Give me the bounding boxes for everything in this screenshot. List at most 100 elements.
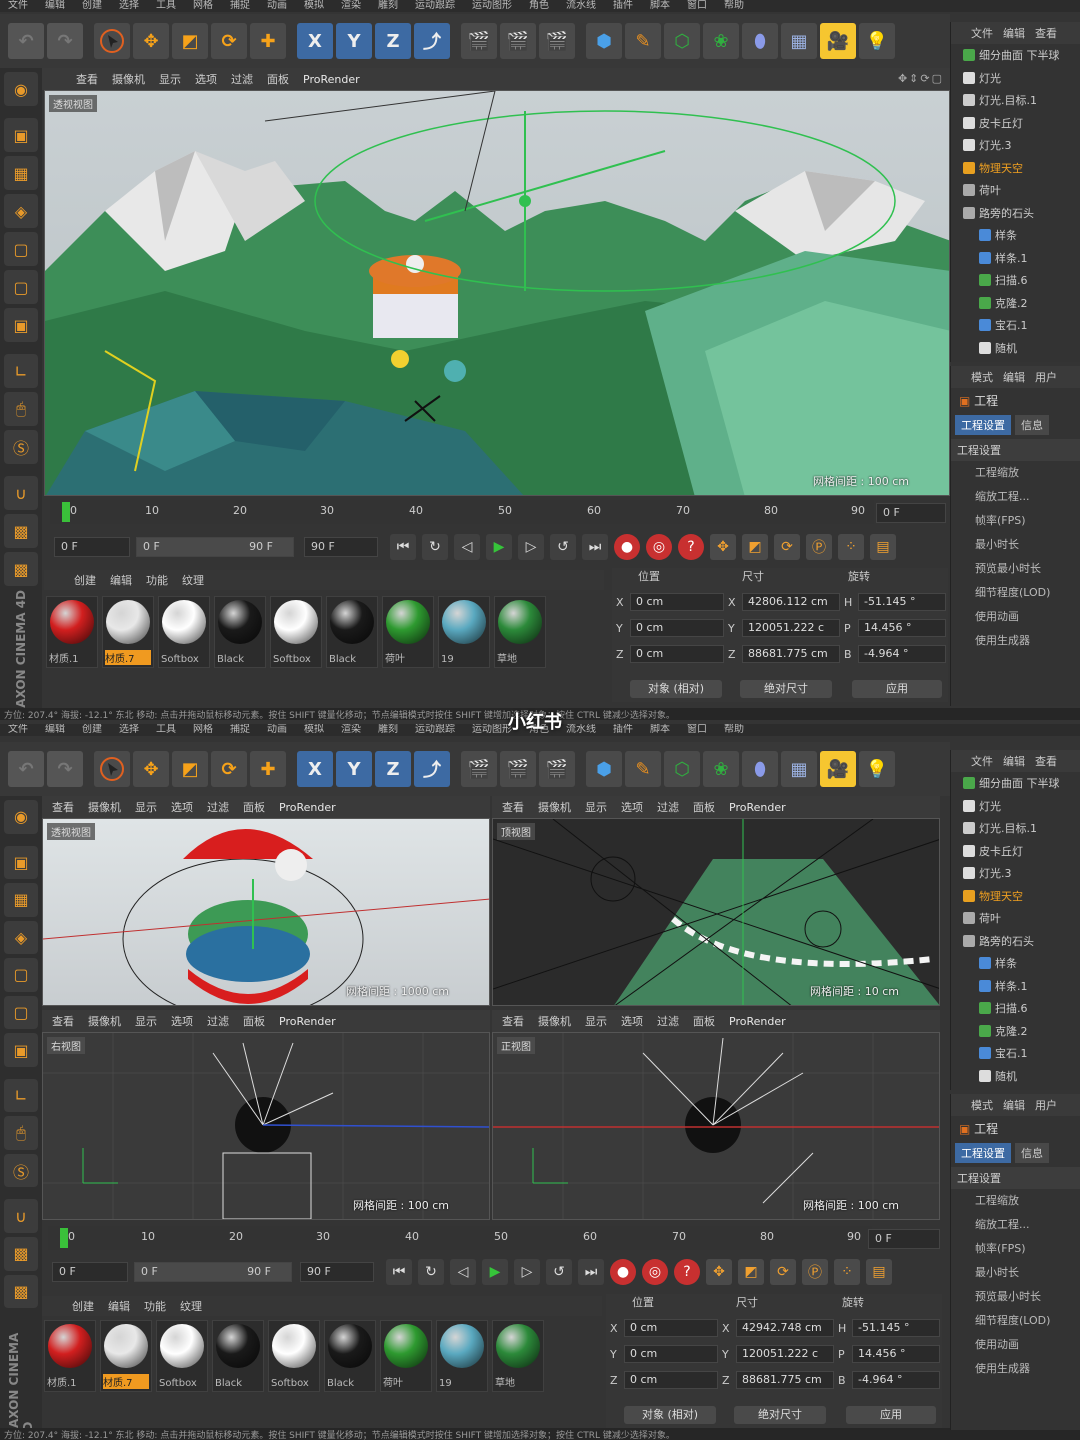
rotation-field[interactable]: -51.145 ° — [852, 1319, 940, 1337]
redo-icon[interactable]: ↷ — [47, 23, 83, 59]
attribute-row[interactable]: 细节程度(LOD) — [951, 1309, 1080, 1333]
apply-button[interactable]: 应用 — [846, 1406, 936, 1424]
key-scale-icon[interactable]: ◩ — [742, 534, 768, 560]
playhead[interactable] — [60, 1228, 68, 1248]
perspective-viewport[interactable]: 透视视图 网格间距 : 1000 cm — [42, 818, 490, 1006]
add-tool-icon[interactable]: ✚ — [250, 23, 286, 59]
material-swatch[interactable]: Softbox — [268, 1320, 320, 1392]
menu-item[interactable]: 文件 — [8, 724, 28, 736]
menu-view[interactable]: 查看 — [502, 799, 524, 815]
object-list-item[interactable]: 皮卡丘灯 — [957, 840, 1080, 863]
menu-options[interactable]: 选项 — [621, 1013, 643, 1029]
attribute-row[interactable]: 使用生成器 — [951, 629, 1080, 653]
deformer-icon[interactable]: ⬮ — [742, 751, 778, 787]
menu-panel[interactable]: 面板 — [243, 1013, 265, 1029]
om-menu-edit[interactable]: 编辑 — [1003, 753, 1025, 769]
object-list-item[interactable]: 随机 — [957, 337, 1080, 360]
timeline-ruler[interactable]: 0 10 20 30 40 50 60 70 80 90 — [50, 500, 874, 524]
menu-filter[interactable]: 过滤 — [231, 71, 253, 87]
material-swatch[interactable]: 19 — [438, 596, 490, 668]
auto-key-icon[interactable]: ◎ — [646, 534, 672, 560]
menu-item[interactable]: 捕捉 — [230, 724, 250, 736]
object-list-item[interactable]: 扫描.6 — [957, 997, 1080, 1020]
next-key-icon[interactable]: ↺ — [550, 534, 576, 560]
menu-item[interactable]: 捕捉 — [230, 0, 250, 12]
material-swatch[interactable]: 荷叶 — [380, 1320, 432, 1392]
next-frame-icon[interactable]: ▷ — [514, 1259, 540, 1285]
material-swatch[interactable]: 荷叶 — [382, 596, 434, 668]
object-list-item[interactable]: 样条.1 — [957, 247, 1080, 270]
mat-menu-edit[interactable]: 编辑 — [110, 572, 132, 588]
menu-item[interactable]: 流水线 — [566, 0, 596, 12]
menu-panel[interactable]: 面板 — [693, 1013, 715, 1029]
mat-menu-create[interactable]: 创建 — [72, 1298, 94, 1314]
menu-item[interactable]: 渲染 — [341, 0, 361, 12]
tweak-mode-icon[interactable]: 🖱 — [4, 1116, 38, 1150]
record-icon[interactable]: ● — [610, 1259, 636, 1285]
render-picture-viewer-icon[interactable]: 🎬 — [500, 23, 536, 59]
prev-key-icon[interactable]: ↻ — [418, 1259, 444, 1285]
magnet-icon[interactable]: ∪ — [4, 476, 38, 510]
coord-size-dropdown[interactable]: 绝对尺寸 — [734, 1406, 826, 1424]
keyframe-selection-icon[interactable]: ? — [678, 534, 704, 560]
tab-info[interactable]: 信息 — [1015, 1143, 1049, 1163]
workplane-icon[interactable]: ◈ — [4, 920, 38, 955]
attribute-row[interactable]: 预览最小时长 — [951, 557, 1080, 581]
menu-prorender[interactable]: ProRender — [303, 73, 360, 86]
cube-icon[interactable]: ⬢ — [586, 751, 622, 787]
viewport-nav-icons[interactable]: ✥⇕⟳▢ — [898, 72, 944, 85]
range-slider[interactable]: 0 F 90 F — [134, 1262, 292, 1282]
coordinate-system-icon[interactable]: ⤴ — [414, 751, 450, 787]
workplane-icon[interactable]: ◈ — [4, 194, 38, 228]
select-tool-icon[interactable] — [94, 23, 130, 59]
menu-prorender[interactable]: ProRender — [729, 801, 786, 814]
size-field[interactable]: 120051.222 c — [736, 1345, 834, 1363]
light-icon[interactable]: 💡 — [859, 23, 895, 59]
attribute-row[interactable]: 帧率(FPS) — [951, 1237, 1080, 1261]
position-field[interactable]: 0 cm — [624, 1345, 718, 1363]
timeline-window-icon[interactable]: ▤ — [870, 534, 896, 560]
y-axis-lock[interactable]: Y — [336, 751, 372, 787]
material-swatch[interactable]: 草地 — [492, 1320, 544, 1392]
key-rotation-icon[interactable]: ⟳ — [774, 534, 800, 560]
cube-icon[interactable]: ⬢ — [586, 23, 622, 59]
rotation-field[interactable]: 14.456 ° — [858, 619, 946, 637]
go-to-start-icon[interactable]: ⏮ — [390, 534, 416, 560]
menu-item[interactable]: 帮助 — [724, 724, 744, 736]
render-picture-viewer-icon[interactable]: 🎬 — [500, 751, 536, 787]
key-scale-icon[interactable]: ◩ — [738, 1259, 764, 1285]
material-swatch[interactable]: Black — [326, 596, 378, 668]
y-axis-lock[interactable]: Y — [336, 23, 372, 59]
render-view-icon[interactable]: 🎬 — [461, 751, 497, 787]
material-swatch[interactable]: Black — [214, 596, 266, 668]
mat-menu-function[interactable]: 功能 — [144, 1298, 166, 1314]
menu-item[interactable]: 工具 — [156, 0, 176, 12]
menu-view[interactable]: 查看 — [52, 799, 74, 815]
position-field[interactable]: 0 cm — [624, 1371, 718, 1389]
object-list-item[interactable]: 物理天空 — [957, 885, 1080, 908]
am-menu-edit[interactable]: 编辑 — [1003, 369, 1025, 385]
menu-filter[interactable]: 过滤 — [207, 1013, 229, 1029]
menu-item[interactable]: 插件 — [613, 724, 633, 736]
menu-camera[interactable]: 摄像机 — [538, 799, 571, 815]
menu-item[interactable]: 文件 — [8, 0, 28, 12]
material-swatch[interactable]: Black — [324, 1320, 376, 1392]
menu-item[interactable]: 运动图形 — [472, 724, 512, 736]
rotation-field[interactable]: -4.964 ° — [858, 645, 946, 663]
play-icon[interactable]: ▶ — [486, 534, 512, 560]
om-menu-file[interactable]: 文件 — [971, 753, 993, 769]
model-mode-icon[interactable]: ▣ — [4, 118, 38, 152]
redo-icon[interactable]: ↷ — [47, 751, 83, 787]
material-swatch[interactable]: 19 — [436, 1320, 488, 1392]
menu-options[interactable]: 选项 — [171, 1013, 193, 1029]
light-icon[interactable]: 💡 — [859, 751, 895, 787]
magnet-icon[interactable]: ∪ — [4, 1199, 38, 1234]
position-field[interactable]: 0 cm — [630, 619, 724, 637]
snap-icon[interactable]: Ⓢ — [4, 430, 38, 464]
key-param-icon[interactable]: Ⓟ — [806, 534, 832, 560]
attribute-row[interactable]: 使用动画 — [951, 605, 1080, 629]
model-mode-icon[interactable]: ▣ — [4, 845, 38, 880]
material-swatch[interactable]: Black — [212, 1320, 264, 1392]
attribute-row[interactable]: 细节程度(LOD) — [951, 581, 1080, 605]
menu-item[interactable]: 角色 — [529, 0, 549, 12]
